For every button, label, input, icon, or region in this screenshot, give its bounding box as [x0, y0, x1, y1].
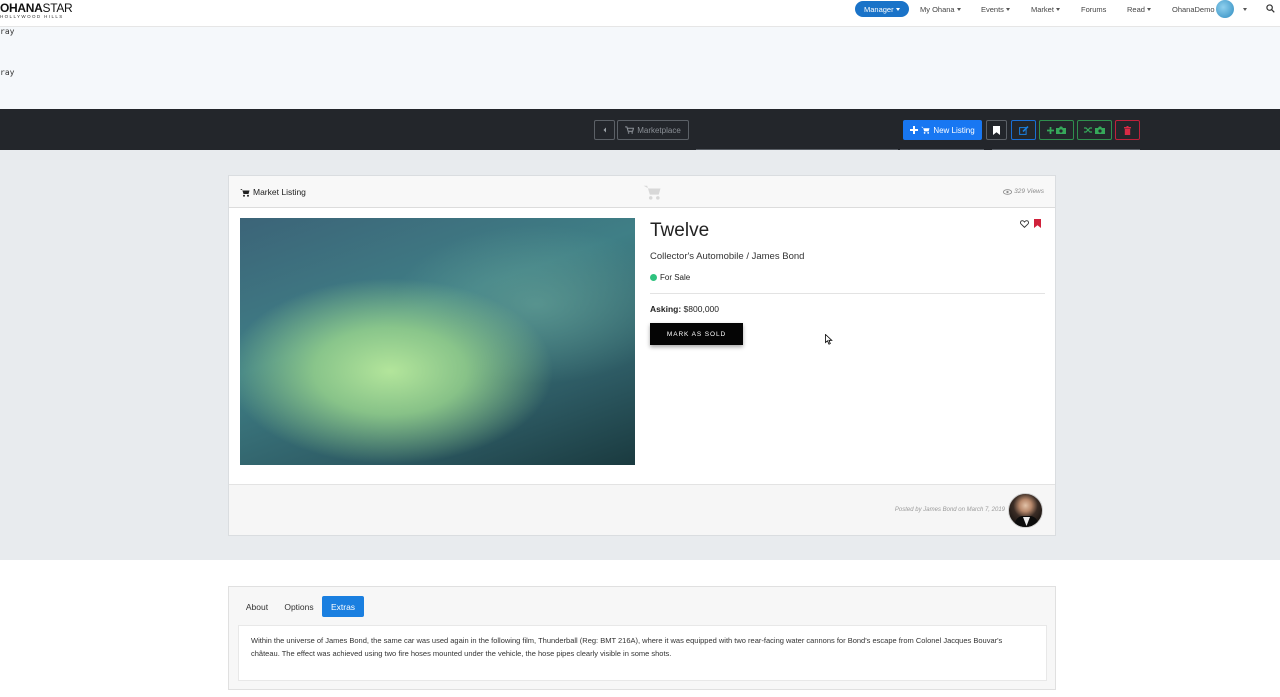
camera-icon — [1056, 126, 1066, 134]
replace-photo-button[interactable] — [1077, 120, 1112, 140]
listing-photo[interactable] — [240, 218, 635, 465]
tab-content: Within the universe of James Bond, the s… — [238, 625, 1047, 681]
caret-down-icon — [1005, 8, 1010, 11]
caret-down-icon — [1055, 8, 1060, 11]
view-count-label: 329 Views — [1014, 188, 1044, 195]
nav-read-dropdown[interactable]: Read — [1127, 5, 1151, 14]
view-count: 329 Views — [1003, 188, 1044, 195]
caret-down-icon — [895, 7, 900, 11]
logo-thin: STAR — [42, 1, 73, 15]
listing-card: Market Listing 329 Views Twelve Collecto… — [228, 175, 1056, 536]
ohanastar-logo[interactable]: OHANASTAR HOLLYWOOD HILLS — [0, 1, 73, 20]
card-header-title: Market Listing — [240, 187, 306, 197]
top-navbar: OHANASTAR HOLLYWOOD HILLS Manager My Oha… — [0, 0, 1280, 27]
nav-read-label: Read — [1127, 5, 1145, 14]
card-header: Market Listing 329 Views — [229, 176, 1055, 208]
nav-market-label: Market — [1031, 5, 1054, 14]
plus-icon — [1047, 126, 1054, 134]
delete-button[interactable] — [1115, 120, 1140, 140]
chevron-left-icon — [603, 127, 606, 133]
listing-title: Twelve — [650, 220, 710, 241]
nav-manager-label: Manager — [864, 4, 894, 14]
cart-icon — [643, 185, 661, 200]
tab-options[interactable]: Options — [281, 596, 317, 617]
bookmark-icon — [993, 125, 1000, 135]
cart-icon — [240, 188, 250, 197]
cart-icon — [625, 126, 635, 134]
nav-user-label: OhanaDemo — [1172, 5, 1215, 14]
listing-details-tabs: About Options Extras Within the universe… — [228, 586, 1056, 690]
logo-subtitle: HOLLYWOOD HILLS — [0, 14, 64, 19]
card-header-label: Market Listing — [253, 187, 306, 197]
status-dot-icon — [650, 274, 657, 281]
card-footer: Posted by James Bond on March 7, 2019 — [229, 484, 1055, 535]
tab-extras[interactable]: Extras — [322, 596, 364, 617]
listing-category: Collector's Automobile / James Bond — [650, 251, 805, 262]
caret-down-icon — [956, 8, 961, 11]
logo-bold: OHANA — [0, 1, 43, 15]
extras-text: Within the universe of James Bond, the s… — [251, 636, 1003, 658]
mark-as-sold-button[interactable]: MARK AS SOLD — [650, 323, 743, 345]
plus-icon — [910, 126, 919, 134]
author-avatar[interactable] — [1008, 493, 1043, 528]
asking-label: Asking: — [650, 304, 682, 314]
nav-events-dropdown[interactable]: Events — [981, 5, 1010, 14]
back-button[interactable] — [594, 120, 615, 140]
cart-icon — [921, 126, 930, 134]
new-listing-label: New Listing — [933, 125, 975, 135]
ray-text-1: ray — [0, 27, 15, 36]
mouse-cursor-icon — [825, 334, 833, 345]
trash-icon — [1124, 125, 1131, 135]
nav-my-ohana-dropdown[interactable]: My Ohana — [920, 5, 961, 14]
ray-text-2: ray — [0, 68, 15, 77]
bookmark-button[interactable] — [986, 120, 1007, 140]
tab-about[interactable]: About — [241, 596, 273, 617]
status-badge: For Sale — [650, 273, 690, 282]
new-listing-button[interactable]: New Listing — [903, 120, 982, 140]
nav-user-dropdown[interactable]: OhanaDemo — [1172, 5, 1215, 14]
nav-forums-label: Forums — [1081, 5, 1107, 14]
nav-manager-dropdown[interactable]: Manager — [855, 1, 909, 17]
cart-watermark — [643, 184, 662, 203]
nav-forums-link[interactable]: Forums — [1081, 5, 1106, 14]
eye-icon — [1003, 188, 1013, 195]
marketplace-button[interactable]: Marketplace — [617, 120, 689, 140]
edit-button[interactable] — [1011, 120, 1036, 140]
status-label: For Sale — [660, 273, 691, 282]
divider — [650, 293, 1045, 294]
shuffle-icon — [1084, 127, 1092, 133]
edit-icon — [1018, 125, 1029, 135]
camera-icon — [1095, 126, 1105, 134]
caret-down-icon[interactable] — [1243, 8, 1247, 11]
heart-icon[interactable] — [1020, 220, 1029, 228]
debug-band: ray ray — [0, 27, 1280, 109]
nav-events-label: Events — [981, 5, 1004, 14]
bookmark-icon[interactable] — [1034, 219, 1041, 228]
user-avatar[interactable] — [1216, 0, 1234, 18]
posted-by: Posted by James Bond on March 7, 2019 — [894, 507, 1005, 513]
listing-toolbar: Marketplace New Listing — [0, 109, 1280, 150]
asking-value: $800,000 — [683, 304, 719, 314]
nav-my-ohana-label: My Ohana — [920, 5, 955, 14]
nav-market-dropdown[interactable]: Market — [1031, 5, 1060, 14]
asking-price: Asking: $800,000 — [650, 304, 719, 314]
search-icon[interactable] — [1266, 4, 1275, 13]
add-photo-button[interactable] — [1039, 120, 1074, 140]
marketplace-label: Marketplace — [637, 125, 681, 135]
caret-down-icon — [1146, 8, 1151, 11]
